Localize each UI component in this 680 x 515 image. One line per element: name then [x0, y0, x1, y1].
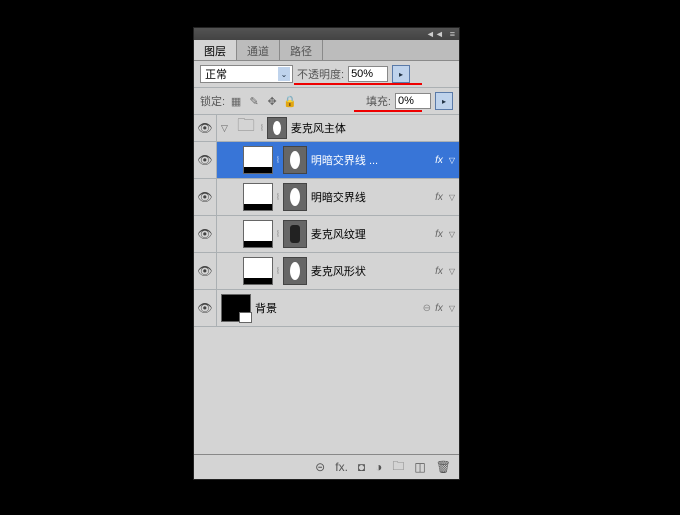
tab-channels[interactable]: 通道 — [237, 40, 280, 60]
new-layer-icon[interactable]: ◫ — [414, 460, 425, 474]
fx-badge[interactable]: fx — [435, 229, 443, 240]
mask-link-icon[interactable]: ⦚ — [277, 229, 279, 240]
visibility-toggle[interactable]: 👁 — [194, 179, 217, 215]
chevron-down-icon: ⌄ — [278, 67, 290, 81]
layer-thumb[interactable] — [221, 294, 251, 322]
fx-badge[interactable]: fx — [435, 266, 443, 277]
mask-thumb[interactable] — [283, 183, 307, 211]
fx-toggle-icon[interactable]: ▽ — [449, 193, 455, 202]
layer-item[interactable]: 👁 ⦚ 麦克风纹理 fx ▽ — [194, 216, 459, 253]
layer-name[interactable]: 麦克风形状 — [311, 263, 431, 279]
layer-thumb[interactable] — [243, 220, 273, 248]
fill-input[interactable]: 0% — [395, 93, 431, 109]
delete-icon[interactable]: 🗑 — [436, 460, 451, 474]
lock-label: 锁定: — [200, 93, 225, 109]
blend-mode-select[interactable]: 正常 ⌄ — [200, 65, 293, 83]
tab-layers[interactable]: 图层 — [194, 40, 237, 60]
layer-group[interactable]: 👁 ▽ 🗀 ⦚ 麦克风主体 — [194, 115, 459, 142]
mask-thumb[interactable] — [283, 146, 307, 174]
collapse-icon[interactable]: ◄◄ — [426, 29, 444, 39]
opacity-label: 不透明度: — [297, 66, 344, 82]
visibility-toggle[interactable]: 👁 — [194, 290, 217, 326]
panel-footer: ⊝ fx. ◘ ◑ 🗀 ◫ 🗑 — [194, 454, 459, 479]
mask-thumb[interactable] — [283, 220, 307, 248]
opacity-input[interactable]: 50% — [348, 66, 388, 82]
blend-mode-value: 正常 — [205, 66, 227, 82]
visibility-toggle[interactable]: 👁 — [194, 142, 217, 178]
panel-tabs: 图层 通道 路径 — [194, 40, 459, 61]
blend-row: 正常 ⌄ 不透明度: 50% ▸ — [194, 61, 459, 88]
layer-item[interactable]: 👁 ⦚ 明暗交界线 fx ▽ — [194, 179, 459, 216]
highlight-underline-fill — [354, 110, 422, 112]
layer-name[interactable]: 明暗交界线 — [311, 189, 431, 205]
lock-position-icon[interactable]: ✥ — [265, 94, 279, 108]
layer-name[interactable]: 明暗交界线 ... — [311, 152, 431, 168]
lock-all-icon[interactable]: 🔒 — [283, 94, 297, 108]
link-layers-icon[interactable]: ⊝ — [315, 460, 325, 474]
layer-item-selected[interactable]: 👁 ⦚ 明暗交界线 ... fx ▽ — [194, 142, 459, 179]
mask-thumb[interactable] — [267, 117, 287, 139]
fx-toggle-icon[interactable]: ▽ — [449, 304, 455, 313]
lock-row: 锁定: ▦ ✎ ✥ 🔒 填充: 0% ▸ — [194, 88, 459, 115]
fx-toggle-icon[interactable]: ▽ — [449, 267, 455, 276]
group-toggle-icon[interactable]: ▽ — [221, 123, 231, 134]
fill-flyout-icon[interactable]: ▸ — [435, 92, 453, 110]
layer-thumb[interactable] — [243, 257, 273, 285]
mask-link-icon[interactable]: ⦚ — [277, 155, 279, 166]
fx-toggle-icon[interactable]: ▽ — [449, 230, 455, 239]
fx-toggle-icon[interactable]: ▽ — [449, 156, 455, 165]
layer-thumb[interactable] — [243, 183, 273, 211]
lock-pixels-icon[interactable]: ✎ — [247, 94, 261, 108]
fx-badge[interactable]: fx — [435, 192, 443, 203]
layer-thumb[interactable] — [243, 146, 273, 174]
opacity-flyout-icon[interactable]: ▸ — [392, 65, 410, 83]
lock-transparency-icon[interactable]: ▦ — [229, 94, 243, 108]
tab-paths[interactable]: 路径 — [280, 40, 323, 60]
fx-badge[interactable]: fx — [435, 155, 443, 166]
layer-background[interactable]: 👁 背景 ⊖ fx ▽ — [194, 290, 459, 327]
layer-item[interactable]: 👁 ⦚ 麦克风形状 fx ▽ — [194, 253, 459, 290]
fill-label: 填充: — [366, 93, 391, 109]
fx-badge[interactable]: fx — [435, 303, 443, 314]
panel-titlebar: ◄◄ ≡ — [194, 28, 459, 40]
visibility-toggle[interactable]: 👁 — [194, 216, 217, 252]
visibility-toggle[interactable]: 👁 — [194, 115, 217, 141]
menu-icon[interactable]: ≡ — [450, 29, 455, 39]
link-fx-icon[interactable]: ⊖ — [423, 303, 431, 314]
lock-icons: ▦ ✎ ✥ 🔒 — [229, 94, 297, 108]
layer-name[interactable]: 麦克风纹理 — [311, 226, 431, 242]
folder-icon: 🗀 — [235, 119, 257, 137]
mask-link-icon[interactable]: ⦚ — [261, 123, 263, 134]
layer-name[interactable]: 背景 — [255, 300, 419, 316]
layers-list: 👁 ▽ 🗀 ⦚ 麦克风主体 👁 ⦚ 明暗交界线 ... fx ▽ � — [194, 115, 459, 327]
group-icon[interactable]: 🗀 — [392, 457, 404, 478]
layers-panel: ◄◄ ≡ 图层 通道 路径 正常 ⌄ 不透明度: 50% ▸ 锁定: ▦ ✎ ✥… — [193, 27, 460, 480]
adjustment-icon[interactable]: ◑ — [375, 460, 382, 474]
highlight-underline — [294, 83, 422, 85]
mask-thumb[interactable] — [283, 257, 307, 285]
mask-link-icon[interactable]: ⦚ — [277, 266, 279, 277]
fx-icon[interactable]: fx. — [335, 460, 348, 474]
mask-icon[interactable]: ◘ — [358, 460, 365, 474]
layer-name[interactable]: 麦克风主体 — [291, 120, 455, 136]
visibility-toggle[interactable]: 👁 — [194, 253, 217, 289]
mask-link-icon[interactable]: ⦚ — [277, 192, 279, 203]
